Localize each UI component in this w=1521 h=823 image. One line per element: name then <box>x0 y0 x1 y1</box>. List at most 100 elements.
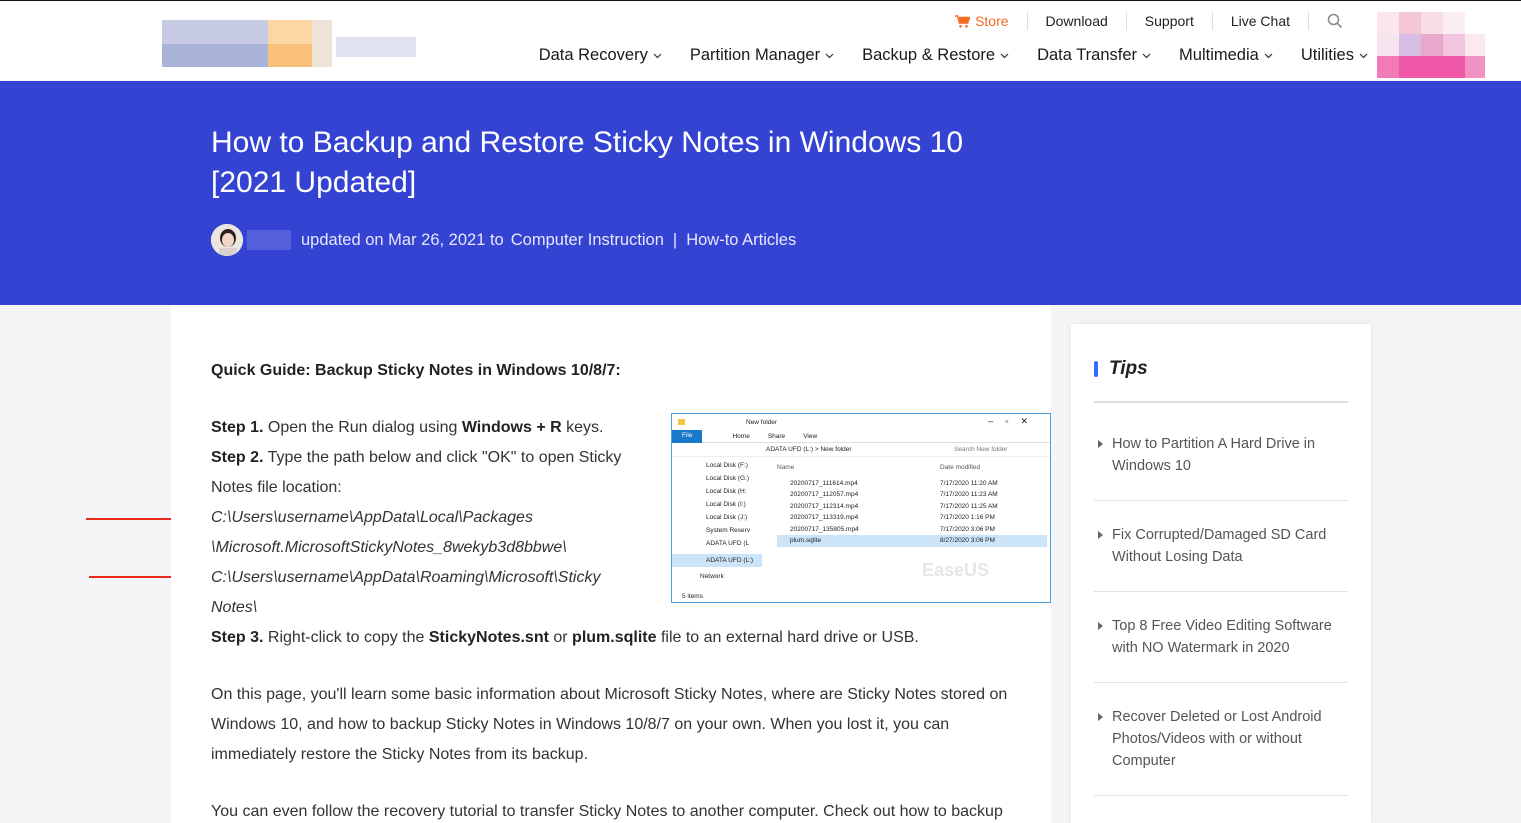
chevron-down-icon <box>1359 53 1368 59</box>
store-label: Store <box>975 13 1009 29</box>
step-text: Right-click to copy the <box>263 629 429 646</box>
chevron-down-icon <box>653 53 662 59</box>
tips-heading: Tips <box>1094 358 1148 380</box>
nav-label: Multimedia <box>1179 46 1259 64</box>
folder-icon <box>678 419 685 425</box>
author-name[interactable] <box>247 230 291 250</box>
explorer-search: Search New folder <box>954 446 1008 453</box>
file-name: 20200717_111614.mp4 <box>790 479 858 487</box>
chevron-down-icon <box>1142 53 1151 59</box>
caret-right-icon <box>1098 531 1103 539</box>
step-text: Type the path below and click "OK" to op… <box>263 449 622 466</box>
tip-text: Windows 10 <box>1112 458 1191 474</box>
col-name: Name <box>777 464 795 471</box>
support-link[interactable]: Support <box>1125 12 1212 30</box>
nav-label: Backup & Restore <box>862 46 996 64</box>
file-name: 20200717_112314.mp4 <box>790 502 859 510</box>
file-date: 8/27/2020 3:06 PM <box>940 537 995 544</box>
nav-label: Partition Manager <box>689 46 821 64</box>
filename: plum.sqlite <box>572 629 657 646</box>
download-link[interactable]: Download <box>1026 12 1126 30</box>
explorer-file-list: Name Date modified 20200717_111614.mp4 7/… <box>777 462 1047 547</box>
tip-link-partition[interactable]: How to Partition A Hard Drive in Windows… <box>1094 433 1348 477</box>
path-roaming-line2: Notes\ <box>211 599 258 616</box>
step-2-continued: Notes file location: <box>211 479 342 496</box>
tips-accent-bar <box>1094 361 1098 377</box>
tip-link-sd-card[interactable]: Fix Corrupted/Damaged SD Card Without Lo… <box>1094 524 1348 568</box>
tip-text: Recover Deleted or Lost Android <box>1112 709 1322 725</box>
ribbon-tab-file: File <box>672 429 703 443</box>
category-link-computer-instruction[interactable]: Computer Instruction <box>511 231 664 250</box>
caret-right-icon <box>1098 622 1103 630</box>
tip-text: Photos/Videos with or without <box>1112 731 1302 747</box>
tip-link-android-recovery[interactable]: Recover Deleted or Lost Android Photos/V… <box>1094 706 1348 772</box>
intro-paragraph: On this page, you'll learn some basic in… <box>211 686 1008 763</box>
path-local-line2: \Microsoft.MicrosoftStickyNotes_8wekyb3d… <box>211 539 567 556</box>
tips-divider <box>1094 401 1348 403</box>
step-text: file to an external hard drive or USB. <box>656 629 919 646</box>
ribbon-tab-home: Home <box>732 432 750 440</box>
category-separator: | <box>672 230 678 249</box>
file-row: 20200717_112057.mp4 7/17/2020 11:23 AM <box>777 489 1047 501</box>
nav-drive: ADATA UFD (L <box>706 540 750 547</box>
file-date: 7/17/2020 3:06 PM <box>940 525 995 533</box>
top-nav: Store Download Support Live Chat <box>937 12 1361 30</box>
tip-divider <box>1094 591 1348 592</box>
category-link-how-to-articles[interactable]: How-to Articles <box>686 231 796 250</box>
updated-date: updated on Mar 26, 2021 to <box>301 230 504 249</box>
nav-drive: Local Disk (G:) <box>706 475 749 482</box>
step-text: keys. <box>561 419 604 436</box>
col-date: Date modified <box>940 464 981 471</box>
nav-utilities[interactable]: Utilities <box>1301 46 1368 65</box>
path-roaming-line1: C:\Users\username\AppData\Roaming\Micros… <box>211 569 601 586</box>
site-logo[interactable] <box>162 20 416 67</box>
tip-link-video-editing[interactable]: Top 8 Free Video Editing Software with N… <box>1094 615 1348 659</box>
live-chat-link[interactable]: Live Chat <box>1211 12 1308 30</box>
chevron-down-icon <box>1000 53 1009 59</box>
nav-partition-manager[interactable]: Partition Manager <box>690 46 834 65</box>
author-avatar[interactable] <box>211 224 243 256</box>
nav-drive: Local Disk (I:) <box>706 501 746 508</box>
file-list-header: Name Date modified <box>777 462 1047 474</box>
quick-guide-heading: Quick Guide: Backup Sticky Notes in Wind… <box>211 362 621 379</box>
chevron-down-icon <box>1264 53 1273 59</box>
chevron-down-icon <box>825 53 834 59</box>
tip-divider <box>1094 795 1348 796</box>
file-name: 20200717_135805.mp4 <box>790 525 859 533</box>
article-hero: How to Backup and Restore Sticky Notes i… <box>0 81 1521 305</box>
file-row: 20200717_113319.mp4 7/17/2020 1:16 PM <box>777 512 1047 524</box>
path-local-line1: C:\Users\username\AppData\Local\Packages <box>211 509 533 526</box>
article-body: Quick Guide: Backup Sticky Notes in Wind… <box>171 305 1051 823</box>
file-date: 7/17/2020 11:20 AM <box>940 479 998 487</box>
caret-right-icon <box>1098 440 1103 448</box>
file-row: 20200717_111614.mp4 7/17/2020 11:20 AM <box>777 478 1047 490</box>
nav-data-transfer[interactable]: Data Transfer <box>1037 46 1151 65</box>
step-1: Step 1. Open the Run dialog using Window… <box>211 413 603 443</box>
tip-text: with NO Watermark in 2020 <box>1112 640 1290 656</box>
search-icon <box>1327 13 1343 29</box>
nav-drive-selected: ADATA UFD (L:) <box>672 554 762 567</box>
file-date: 7/17/2020 1:16 PM <box>940 514 995 521</box>
site-header: Store Download Support Live Chat Data Re… <box>0 0 1521 81</box>
nav-drive: Local Disk (J:) <box>706 514 748 521</box>
promo-image[interactable] <box>1377 12 1485 78</box>
step-label: Step 3. <box>211 629 264 646</box>
page-title: How to Backup and Restore Sticky Notes i… <box>211 126 964 199</box>
tip-divider <box>1094 682 1348 683</box>
nav-multimedia[interactable]: Multimedia <box>1179 46 1273 65</box>
nav-drive: System Reserv <box>706 527 751 534</box>
transfer-paragraph: You can even follow the recovery tutoria… <box>211 803 1003 820</box>
tip-text: Fix Corrupted/Damaged SD Card <box>1112 527 1327 543</box>
nav-label: Data Transfer <box>1037 46 1138 64</box>
search-button[interactable] <box>1308 12 1361 30</box>
main-nav: Data Recovery Partition Manager Backup &… <box>511 46 1368 65</box>
explorer-status: 5 items <box>682 593 703 600</box>
file-name: plum.sqlite <box>790 537 822 544</box>
tip-text: Top 8 Free Video Editing Software <box>1112 618 1332 634</box>
store-link[interactable]: Store <box>937 12 1026 30</box>
nav-data-recovery[interactable]: Data Recovery <box>539 46 662 65</box>
file-explorer-screenshot: New folder –▫✕ File Home Share View ADAT… <box>671 413 1051 603</box>
explorer-titlebar: New folder –▫✕ <box>672 414 1050 430</box>
window-controls-icon: –▫✕ <box>988 416 1040 426</box>
nav-backup-restore[interactable]: Backup & Restore <box>862 46 1009 65</box>
